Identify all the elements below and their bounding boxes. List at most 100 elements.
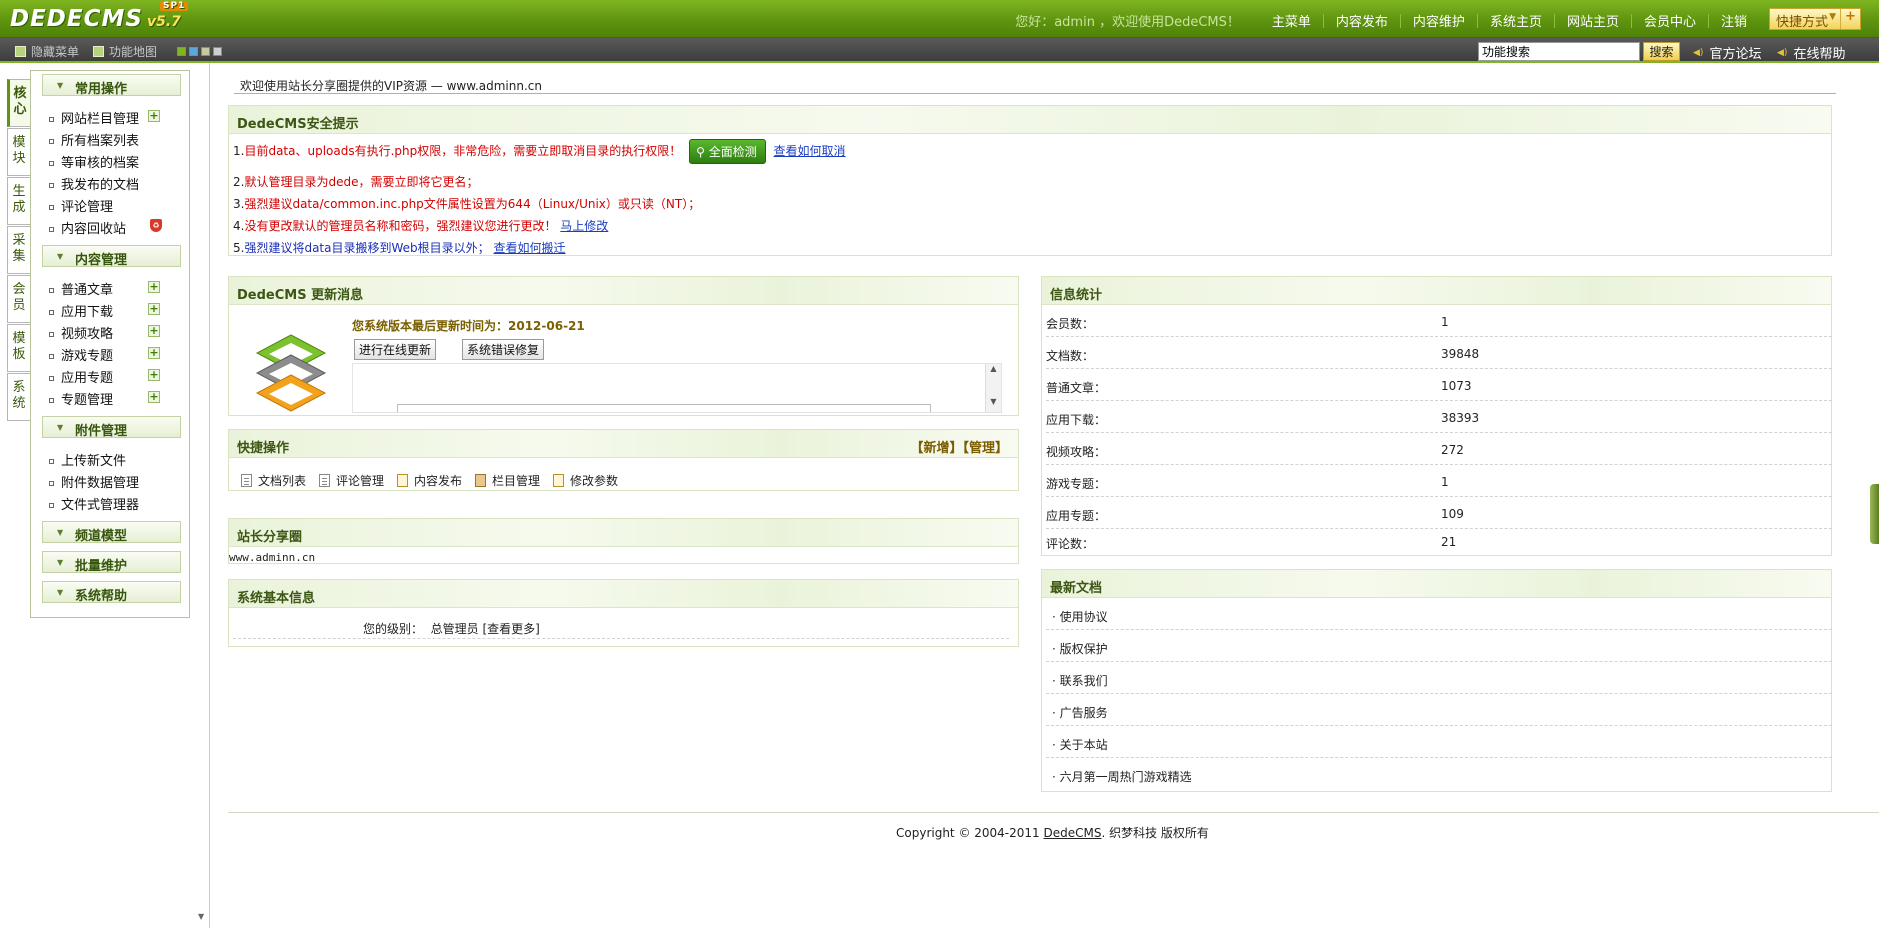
security-line-3: 3.强烈建议data/common.inc.php文件属性设置为644（Linu… [233,195,700,212]
nav-main-menu[interactable]: 主菜单 [1272,11,1311,30]
skin-swatch-green[interactable] [177,47,186,56]
update-message-box[interactable]: ▲ ▼ [352,363,1002,413]
menu-item-my-documents[interactable]: 我发布的文档 [49,174,139,193]
menu-item-topic-manage[interactable]: 专题管理 [49,389,113,408]
menu-group-system-help[interactable]: ▼ 系统帮助 [42,581,181,604]
tab-collect[interactable]: 采集 [7,226,30,274]
menu-item-pending-archives[interactable]: 等审核的档案 [49,152,139,171]
add-icon[interactable]: + [148,110,160,122]
chevron-down-icon: ▼ [57,528,64,537]
menu-item-upload-file[interactable]: 上传新文件 [49,450,126,469]
add-shortcut-icon[interactable]: + [1840,9,1860,29]
scroll-down-icon[interactable]: ▼ [986,397,1001,406]
how-to-cancel-link[interactable]: 查看如何取消 [774,144,846,158]
menu-group-common[interactable]: ▼ 常用操作 [42,74,181,97]
stat-label: 游戏专题： [1046,477,1107,491]
nav-content-publish[interactable]: 内容发布 [1336,11,1388,30]
view-more-link[interactable]: [查看更多] [483,622,540,636]
menu-group-batch-maintain[interactable]: ▼ 批量维护 [42,551,181,574]
menu-item-app-download[interactable]: 应用下载 [49,301,113,320]
add-icon[interactable]: + [148,347,160,359]
bullet-icon [49,481,54,486]
nav-site-home[interactable]: 网站主页 [1567,11,1619,30]
quick-content-publish[interactable]: 内容发布 [397,472,462,489]
add-icon[interactable]: + [148,303,160,315]
quick-edit-params[interactable]: 修改参数 [553,472,618,489]
online-help-link[interactable]: ◀) 在线帮助 [1777,43,1845,62]
add-icon[interactable]: + [148,369,160,381]
top-header: DEDECMS v5.7 SP1 您好：admin ，欢迎使用DedeCMS！ 主… [0,0,1879,38]
admin-level: 您的级别： 总管理员 [查看更多] [363,620,540,637]
latest-doc-item[interactable]: · 广告服务 [1046,694,1832,726]
tab-member[interactable]: 会员 [7,275,30,323]
footer-copyright: Copyright © 2004-2011 DedeCMS. 织梦科技 版权所有 [896,824,1209,841]
menu-item-recycle-bin[interactable]: 内容回收站 [49,218,126,237]
skin-swatch-gray[interactable] [213,47,222,56]
function-map-button[interactable]: 功能地图 [93,43,157,60]
latest-doc-item[interactable]: · 六月第一周热门游戏精选 [1046,758,1832,790]
system-repair-button[interactable]: 系统错误修复 [462,339,545,360]
menu-item-articles[interactable]: 普通文章 [49,279,113,298]
latest-doc-item[interactable]: · 联系我们 [1046,662,1832,694]
tab-template[interactable]: 模板 [7,324,30,372]
quick-comment-manage[interactable]: 评论管理 [319,472,384,489]
nav-content-maintain[interactable]: 内容维护 [1413,11,1465,30]
chevron-down-icon: ▼ [57,252,64,261]
chevron-down-icon: ▼ [57,423,64,432]
security-warning: 强烈建议将data目录搬移到Web根目录以外； [244,241,490,255]
quick-item-label: 栏目管理 [492,474,541,488]
security-line-1: 1.目前data、uploads有执行.php权限，非常危险，需要立即取消目录的… [233,139,846,164]
full-check-button[interactable]: ⚲ 全面检测 [689,139,766,164]
menu-item-category-manage[interactable]: 网站栏目管理 [49,108,139,127]
add-icon[interactable]: + [148,391,160,403]
tab-core[interactable]: 核心 [7,79,30,127]
side-panel-handle[interactable] [1870,484,1879,544]
add-icon[interactable]: + [148,325,160,337]
menu-item-game-topics[interactable]: 游戏专题 [49,345,113,364]
add-icon[interactable]: + [148,281,160,293]
menu-item-all-archives[interactable]: 所有档案列表 [49,130,139,149]
dedecms-footer-link[interactable]: DedeCMS [1044,826,1102,840]
nav-system-home[interactable]: 系统主页 [1490,11,1542,30]
nav-member-center[interactable]: 会员中心 [1644,11,1696,30]
menu-group-content[interactable]: ▼ 内容管理 [42,245,181,268]
tab-generate[interactable]: 生成 [7,177,30,225]
official-forum-link[interactable]: ◀) 官方论坛 [1693,43,1761,62]
menu-item-video-guides[interactable]: 视频攻略 [49,323,113,342]
latest-doc-item[interactable]: · 使用协议 [1046,598,1832,630]
menu-group-title: 附件管理 [75,424,128,439]
quick-add-manage-link[interactable]: 【新增】【管理】 [910,437,1008,456]
menu-group-attachments[interactable]: ▼ 附件管理 [42,416,181,439]
quick-category-manage[interactable]: 栏目管理 [475,472,540,489]
menu-item-attachment-data[interactable]: 附件数据管理 [49,472,139,491]
logo-version: v5.7 [146,14,181,30]
latest-doc-item[interactable]: · 版权保护 [1046,630,1832,662]
line-number: 4. [233,219,245,233]
recycle-bin-icon[interactable]: ♻ [150,219,162,232]
skin-swatch-blue[interactable] [189,47,198,56]
full-check-label: 全面检测 [708,145,757,159]
menu-item-comment-manage[interactable]: 评论管理 [49,196,113,215]
online-update-button[interactable]: 进行在线更新 [354,339,437,360]
search-input[interactable] [1478,42,1640,61]
menu-item-file-manager[interactable]: 文件式管理器 [49,494,139,513]
menu-item-app-topics[interactable]: 应用专题 [49,367,113,386]
search-button[interactable]: 搜索 [1643,42,1680,61]
menu-group-channel-model[interactable]: ▼ 频道模型 [42,521,181,544]
shortcut-dropdown[interactable]: 快捷方式 ▼ + [1769,8,1861,30]
tab-module[interactable]: 模块 [7,128,30,176]
skin-swatch-khaki[interactable] [201,47,210,56]
security-warning: 强烈建议data/common.inc.php文件属性设置为644（Linux/… [244,197,701,211]
latest-doc-item[interactable]: · 关于本站 [1046,726,1832,758]
nav-logout[interactable]: 注销 [1721,11,1747,30]
bullet-icon [49,398,54,403]
scroll-up-icon[interactable]: ▲ [986,364,1001,373]
quick-document-list[interactable]: 文档列表 [241,472,306,489]
how-to-move-link[interactable]: 查看如何搬迁 [493,241,565,255]
change-now-link[interactable]: 马上修改 [560,219,608,233]
sidebar-scroll-down-icon[interactable]: ▼ [198,912,204,921]
hide-menu-button[interactable]: 隐藏菜单 [15,43,79,60]
menu-group-title: 频道模型 [75,529,128,544]
tab-system[interactable]: 系统 [7,373,30,421]
scrollbar[interactable]: ▲ ▼ [985,364,1001,412]
